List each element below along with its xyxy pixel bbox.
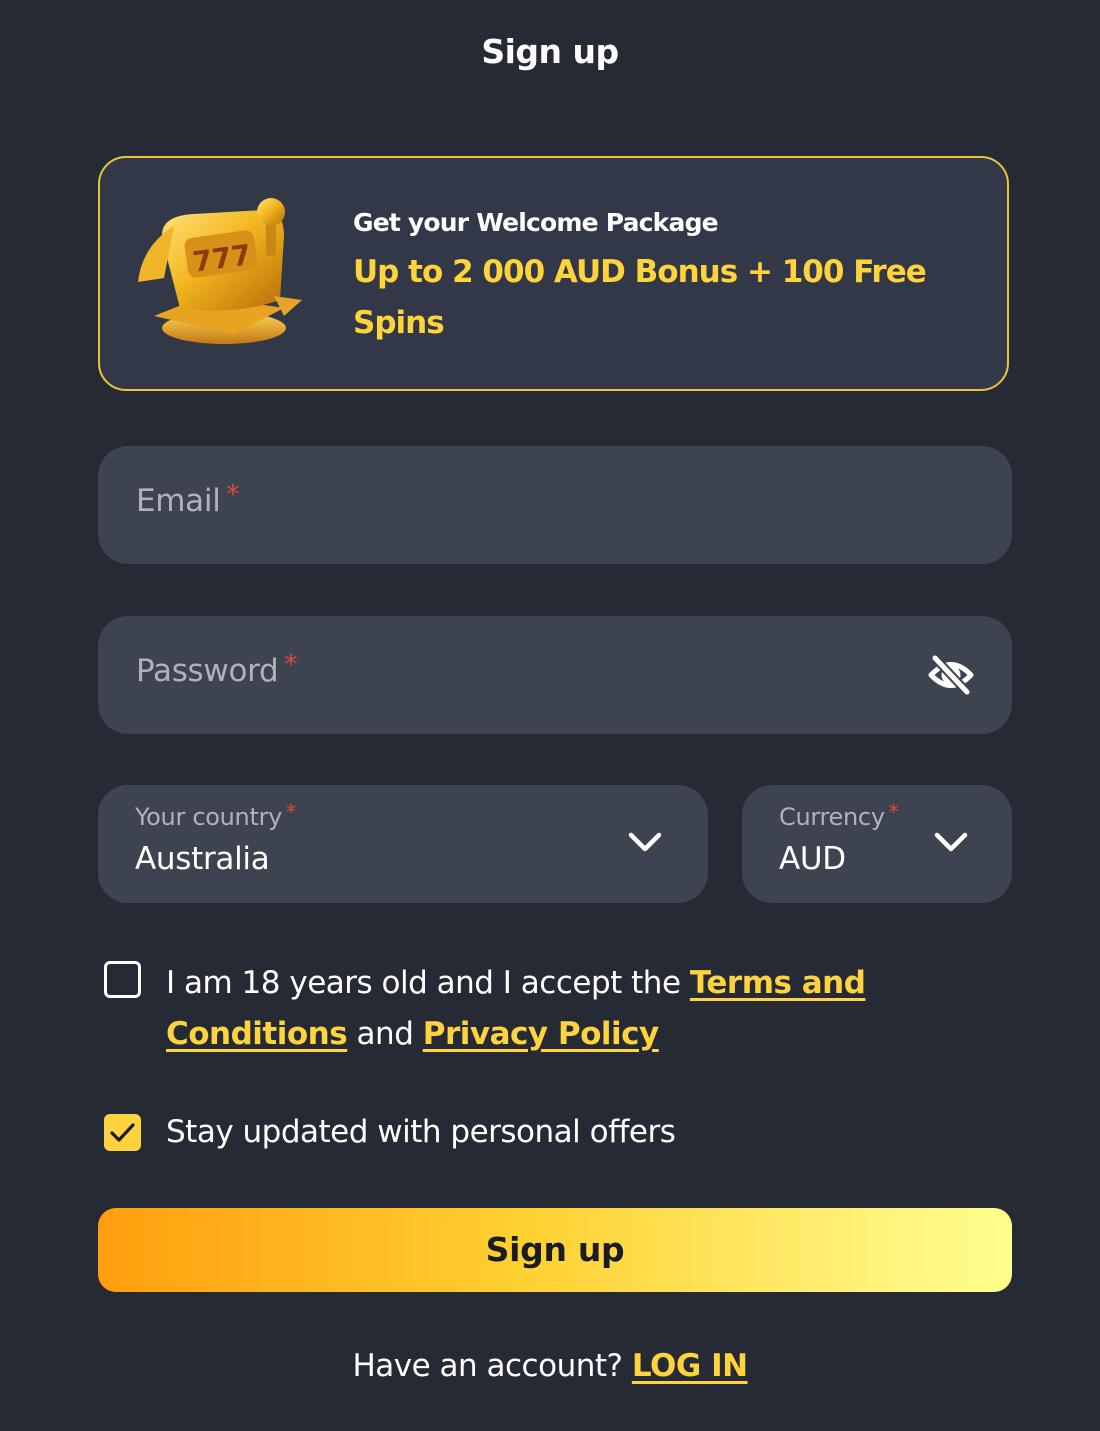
currency-label: Currency *	[779, 800, 899, 831]
welcome-package-banner[interactable]: 777 Get your Welcome Package Up to 2 000…	[98, 156, 1009, 391]
sign-up-button[interactable]: Sign up	[98, 1208, 1012, 1292]
offers-text: Stay updated with personal offers	[166, 1114, 676, 1150]
eye-slash-icon[interactable]	[928, 654, 974, 696]
currency-select[interactable]: Currency * AUD	[742, 785, 1012, 903]
page-title: Sign up	[481, 32, 619, 71]
slot-machine-icon: 777	[138, 198, 302, 344]
currency-value: AUD	[779, 841, 846, 877]
country-label: Your country *	[135, 800, 296, 831]
email-field[interactable]: Email *	[98, 446, 1012, 564]
country-select[interactable]: Your country * Australia	[98, 785, 708, 903]
chevron-down-icon	[628, 832, 662, 852]
required-mark: *	[888, 800, 899, 824]
checkmark-icon	[110, 1123, 135, 1142]
password-label: Password *	[136, 650, 298, 689]
required-mark: *	[284, 650, 298, 680]
required-mark: *	[226, 480, 240, 510]
country-value: Australia	[135, 841, 270, 877]
promo-kicker: Get your Welcome Package	[353, 208, 719, 237]
chevron-down-icon	[934, 832, 968, 852]
login-link[interactable]: LOG IN	[632, 1348, 748, 1384]
offers-checkbox[interactable]	[104, 1114, 141, 1151]
promo-headline: Up to 2 000 AUD Bonus + 100 Free Spins	[353, 254, 927, 341]
login-prompt: Have an account? LOG IN	[352, 1348, 748, 1384]
password-field[interactable]: Password *	[98, 616, 1012, 734]
terms-checkbox[interactable]	[104, 961, 141, 998]
terms-text: I am 18 years old and I accept the Terms…	[166, 965, 866, 1052]
email-label: Email *	[136, 480, 240, 519]
privacy-link[interactable]: Privacy Policy	[423, 1016, 660, 1052]
required-mark: *	[286, 800, 296, 824]
